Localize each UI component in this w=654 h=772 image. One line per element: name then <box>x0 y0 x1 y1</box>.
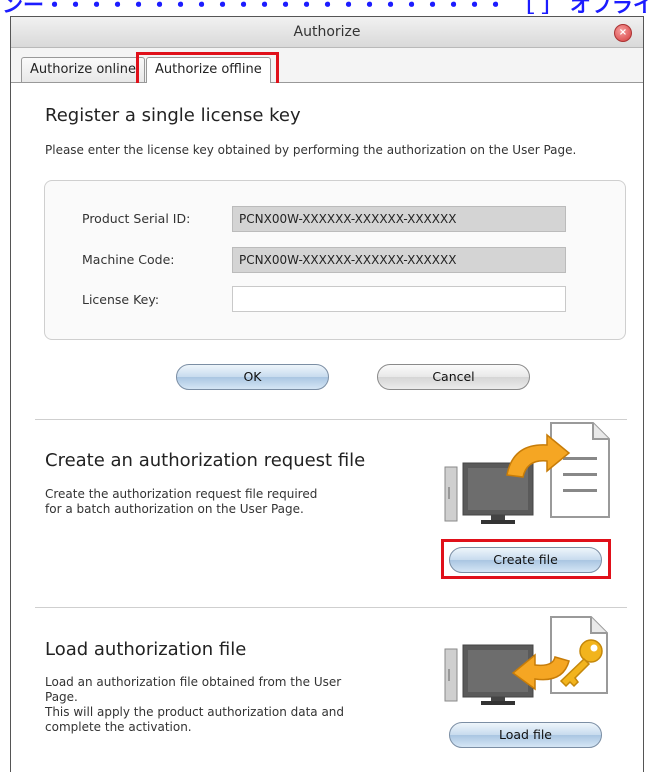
title-bar: Authorize × <box>11 17 643 48</box>
request-desc-line1: Create the authorization request file re… <box>45 487 318 501</box>
key-to-computer-icon <box>444 616 608 705</box>
request-desc-line2: for a batch authorization on the User Pa… <box>45 502 304 516</box>
load-file-button[interactable]: Load file <box>449 722 602 748</box>
load-desc-line2: Page. <box>45 690 78 704</box>
single-key-description: Please enter the license key obtained by… <box>45 143 577 157</box>
instruction-text: ンー・・・・・・・・・・・・・・・・・・・・・・ ［ ］ オフラインで認証する <box>2 0 654 14</box>
divider-2 <box>35 607 627 608</box>
serial-id-label: Product Serial ID: <box>82 211 191 226</box>
load-desc-line1: Load an authorization file obtained from… <box>45 675 342 689</box>
license-key-input[interactable] <box>232 286 566 312</box>
authorize-dialog: Authorize × Authorize online Authorize o… <box>10 16 644 772</box>
machine-code-field: PCNX00W-XXXXXX-XXXXXX-XXXXXX <box>232 247 566 273</box>
license-key-label: License Key: <box>82 292 160 307</box>
load-desc-line4: complete the activation. <box>45 720 192 734</box>
close-icon[interactable]: × <box>614 24 632 42</box>
highlight-create-file <box>441 539 611 579</box>
dialog-title: Authorize <box>293 24 361 40</box>
cancel-button[interactable]: Cancel <box>377 364 530 390</box>
load-desc-line3: This will apply the product authorizatio… <box>45 705 345 719</box>
machine-code-label: Machine Code: <box>82 252 175 267</box>
ok-button[interactable]: OK <box>176 364 329 390</box>
tab-bar: Authorize online Authorize offline <box>11 48 643 83</box>
offline-tab-content: Register a single license key Please ent… <box>11 83 643 772</box>
computer-to-document-icon <box>444 422 610 524</box>
single-key-heading: Register a single license key <box>45 105 301 126</box>
load-file-heading: Load authorization file <box>45 639 247 660</box>
tab-authorize-online[interactable]: Authorize online <box>21 57 145 82</box>
serial-id-field: PCNX00W-XXXXXX-XXXXXX-XXXXXX <box>232 206 566 232</box>
request-file-heading: Create an authorization request file <box>45 450 366 471</box>
instruction-banner-fragment: ンー・・・・・・・・・・・・・・・・・・・・・・ ［ ］ オフラインで認証する <box>0 0 654 14</box>
license-form-panel: Product Serial ID: PCNX00W-XXXXXX-XXXXXX… <box>44 180 626 340</box>
